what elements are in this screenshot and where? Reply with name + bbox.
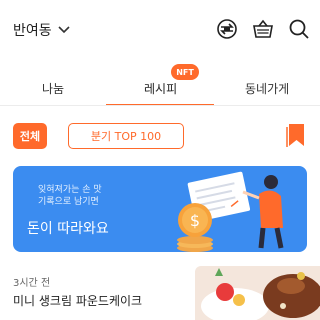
basket-icon[interactable] xyxy=(250,16,276,42)
promo-banner[interactable]: 잊혀져가는 손 맛 기록으로 남기면 돈이 따라와요 $ xyxy=(13,166,307,252)
banner-illustration: $ xyxy=(177,171,284,252)
exchange-icon[interactable] xyxy=(214,16,240,42)
category-tabs: 나눔 NFT 레시피 동네가게 xyxy=(0,64,320,106)
tab-local-store[interactable]: 동네가게 xyxy=(245,80,289,97)
post-time: 3시간 전 xyxy=(13,278,51,289)
banner-headline: 돈이 따라와요 xyxy=(27,221,109,237)
tabs-divider xyxy=(0,105,320,106)
bookmark-icon[interactable] xyxy=(286,122,308,148)
location-label: 반여동 xyxy=(13,23,52,39)
recipe-post[interactable]: 3시간 전 미니 생크림 파운드케이크 xyxy=(0,262,320,320)
tab-recipe[interactable]: 레시피 xyxy=(144,80,177,97)
filter-bar: 전체 분기 TOP 100 xyxy=(0,120,320,150)
nft-badge: NFT xyxy=(171,64,199,80)
location-selector[interactable]: 반여동 xyxy=(13,20,70,40)
tab-sharing[interactable]: 나눔 xyxy=(42,80,64,97)
filter-all-button[interactable]: 전체 xyxy=(13,123,47,149)
search-icon[interactable] xyxy=(286,16,312,42)
filter-top100-button[interactable]: 분기 TOP 100 xyxy=(68,123,184,149)
chevron-down-icon xyxy=(58,26,70,34)
post-title: 미니 생크림 파운드케이크 xyxy=(13,294,143,308)
svg-text:$: $ xyxy=(190,211,200,230)
banner-subtitle-line2: 기록으로 남기면 xyxy=(38,197,99,207)
post-thumbnail xyxy=(195,266,320,320)
app-header: 반여동 xyxy=(0,0,320,64)
